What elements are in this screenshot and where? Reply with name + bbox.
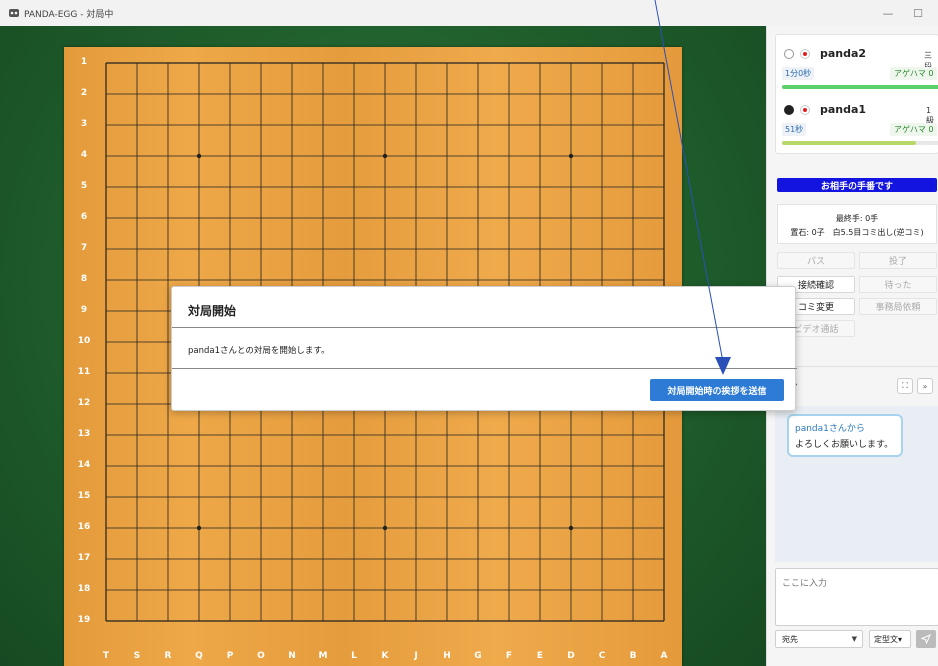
row-label: 13 <box>77 429 91 439</box>
time-bar-white <box>782 85 938 89</box>
star-point <box>196 153 202 159</box>
office-request-button[interactable]: 事務局依頼 <box>859 298 937 315</box>
status-dot-icon <box>800 48 810 59</box>
column-label: Q <box>195 651 203 661</box>
column-label: H <box>443 651 451 661</box>
message-sender: panda1さんから <box>795 424 865 434</box>
row-label: 5 <box>80 181 88 191</box>
time-bar-black <box>782 141 938 145</box>
row-label: 2 <box>80 88 88 98</box>
template-select[interactable]: 定型文▾ <box>869 630 911 648</box>
turn-banner: お相手の手番です <box>777 178 937 192</box>
column-label: G <box>474 651 482 661</box>
player-name: panda2 <box>820 47 867 60</box>
game-info-card: 最終手: 0手 置石: 0子 白5.5目コミ出し(逆コミ) <box>777 204 937 244</box>
game-start-dialog: 対局開始 panda1さんとの対局を開始します。 対局開始時の挨拶を送信 <box>171 286 797 411</box>
row-label: 9 <box>80 305 88 315</box>
window-title: PANDA-EGG - 対局中 <box>24 9 114 20</box>
row-label: 7 <box>80 243 88 253</box>
column-label: E <box>536 651 544 661</box>
dropdown-arrow-icon: ▼ <box>851 635 857 643</box>
star-point <box>382 153 388 159</box>
player-row-white: panda2 <box>784 47 866 60</box>
column-label: L <box>351 651 357 661</box>
maximize-button[interactable]: ☐ <box>905 0 931 26</box>
star-point <box>568 525 574 531</box>
column-label: A <box>660 651 668 661</box>
time-bar-fill <box>782 141 917 145</box>
row-label: 10 <box>77 336 91 346</box>
title-bar: PANDA-EGG - 対局中 — ☐ <box>0 0 938 26</box>
star-point <box>568 153 574 159</box>
players-card: panda2 三段 1分0秒 アゲハマ 0 panda1 1級 51秒 アゲハマ… <box>775 34 938 154</box>
minimize-button[interactable]: — <box>875 0 901 26</box>
column-label: K <box>381 651 389 661</box>
divider <box>172 327 797 328</box>
white-stone-icon <box>784 48 794 59</box>
dialog-title: 対局開始 <box>188 304 237 318</box>
divider <box>172 368 797 369</box>
row-label: 11 <box>77 367 91 377</box>
chat-message: panda1さんから よろしくお願いします。 <box>787 414 903 457</box>
chat-input[interactable] <box>775 568 938 626</box>
row-label: 4 <box>80 150 88 160</box>
star-point <box>196 525 202 531</box>
player-time: 51秒 <box>782 123 807 136</box>
resign-button[interactable]: 投了 <box>859 252 937 269</box>
row-label: 3 <box>80 119 88 129</box>
message-text: よろしくお願いします。 <box>795 440 894 450</box>
row-label: 19 <box>77 615 91 625</box>
star-point <box>382 525 388 531</box>
row-label: 14 <box>77 460 91 470</box>
send-icon <box>921 634 931 644</box>
column-label: D <box>567 651 575 661</box>
send-greeting-button[interactable]: 対局開始時の挨拶を送信 <box>650 379 784 401</box>
column-label: C <box>598 651 606 661</box>
row-label: 8 <box>80 274 88 284</box>
app-icon <box>6 5 22 21</box>
row-label: 1 <box>80 57 88 67</box>
column-label: M <box>318 651 328 661</box>
recipient-label: 宛先 <box>782 634 798 644</box>
column-label: P <box>226 651 234 661</box>
send-button[interactable] <box>916 630 936 648</box>
row-label: 16 <box>77 522 91 532</box>
column-label: J <box>414 651 418 661</box>
column-label: F <box>505 651 513 661</box>
dialog-body: panda1さんとの対局を開始します。 <box>188 346 330 356</box>
player-time: 1分0秒 <box>782 67 815 80</box>
expand-icon[interactable]: ⛶ <box>897 378 913 394</box>
row-label: 12 <box>77 398 91 408</box>
player-agehama: アゲハマ 0 <box>890 123 938 136</box>
status-dot-icon <box>800 104 810 115</box>
last-move-text: 最終手: 0手 <box>835 214 879 223</box>
row-label: 18 <box>77 584 91 594</box>
collapse-icon[interactable]: » <box>917 378 933 394</box>
black-stone-icon <box>784 104 794 115</box>
time-bar-fill <box>782 85 938 89</box>
row-label: 6 <box>80 212 88 222</box>
pass-button[interactable]: パス <box>777 252 855 269</box>
undo-button[interactable]: 待った <box>859 276 937 293</box>
row-label: 15 <box>77 491 91 501</box>
column-label: B <box>629 651 637 661</box>
column-label: N <box>288 651 296 661</box>
player-name: panda1 <box>820 103 867 116</box>
column-label: R <box>164 651 172 661</box>
column-label: O <box>257 651 265 661</box>
chat-messages: panda1さんから よろしくお願いします。 <box>775 406 938 562</box>
column-label: S <box>133 651 141 661</box>
player-agehama: アゲハマ 0 <box>890 67 938 80</box>
recipient-select[interactable]: 宛先 ▼ <box>775 630 863 648</box>
player-row-black: panda1 <box>784 103 866 116</box>
column-label: T <box>102 651 110 661</box>
handicap-text: 置石: 0子 白5.5目コミ出し(逆コミ) <box>790 228 924 237</box>
row-label: 17 <box>77 553 91 563</box>
